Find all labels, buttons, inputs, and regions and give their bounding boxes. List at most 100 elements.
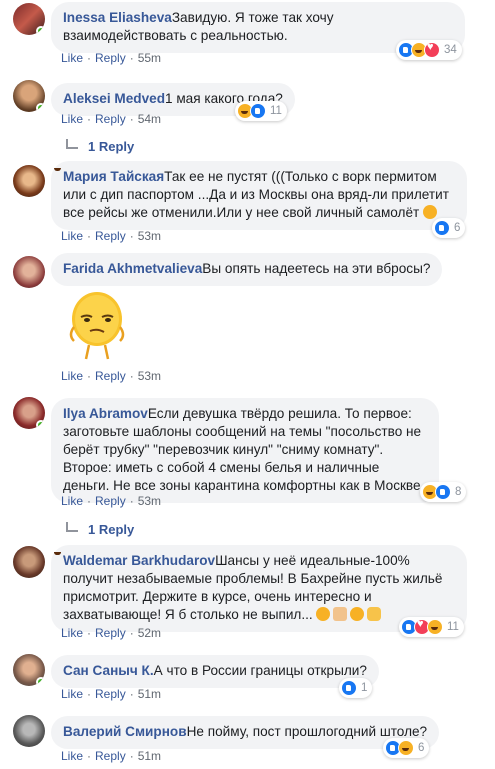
comment-bubble: Валерий СмирновНе пойму, пост прошлогодн… bbox=[51, 716, 440, 749]
reaction-count: 1 bbox=[361, 682, 368, 694]
comment-time[interactable]: 51m bbox=[138, 687, 161, 701]
heart-eyes-emoji-icon bbox=[315, 607, 330, 621]
comment-text: Не пойму, пост прошлогодний штоле? bbox=[186, 724, 428, 739]
avatar[interactable] bbox=[13, 3, 45, 35]
view-replies-link[interactable]: 1 Reply bbox=[66, 521, 134, 537]
comment-actions: Like · Reply · 52m bbox=[61, 626, 161, 640]
like-link[interactable]: Like bbox=[61, 494, 83, 508]
like-icon bbox=[435, 484, 451, 500]
reply-arrow-icon bbox=[66, 521, 78, 532]
comment-bubble: Мария ТайскаяТак ее не пустят (((Только … bbox=[51, 161, 467, 230]
comment-author[interactable]: Мария Тайская bbox=[63, 169, 164, 184]
online-indicator bbox=[36, 420, 45, 429]
reply-arrow-icon bbox=[66, 138, 78, 149]
comment-time[interactable]: 55m bbox=[138, 51, 161, 65]
comment-author[interactable]: Ilya Abramov bbox=[63, 406, 148, 421]
avatar[interactable] bbox=[13, 654, 45, 686]
separator: · bbox=[87, 626, 92, 640]
view-replies-link[interactable]: 1 Reply bbox=[66, 138, 134, 154]
online-indicator bbox=[36, 677, 45, 686]
comment-author[interactable]: Farida Akhmetvalieva bbox=[63, 261, 202, 276]
like-link[interactable]: Like bbox=[61, 749, 83, 763]
laughing-emoji-icon bbox=[423, 205, 438, 219]
ok-hand-emoji-icon bbox=[366, 607, 381, 621]
reaction-count: 6 bbox=[454, 222, 461, 234]
replies-count-label[interactable]: 1 Reply bbox=[88, 522, 134, 537]
avatar[interactable] bbox=[13, 80, 45, 112]
reactions-summary[interactable]: 1 bbox=[339, 678, 373, 698]
separator: · bbox=[129, 749, 134, 763]
reply-link[interactable]: Reply bbox=[95, 626, 126, 640]
reactions-summary[interactable]: 6 bbox=[432, 218, 466, 238]
reaction-count: 11 bbox=[270, 105, 282, 117]
separator: · bbox=[87, 749, 92, 763]
comment-author[interactable]: Inessa Eliasheva bbox=[63, 10, 172, 25]
comment-text: А что в России границы открыли? bbox=[153, 663, 367, 678]
comment-author[interactable]: Валерий Смирнов bbox=[63, 724, 187, 739]
comment-actions: Like · Reply · 53m bbox=[61, 494, 161, 508]
separator: · bbox=[87, 687, 92, 701]
comment-bubble: Ilya AbramovЕсли девушка твёрдо решила. … bbox=[51, 398, 439, 503]
comment-bubble: Farida AkhmetvalievaВы опять надеетесь н… bbox=[51, 253, 443, 286]
reactions-summary[interactable]: 11 bbox=[235, 101, 287, 121]
comment-time[interactable]: 52m bbox=[138, 626, 161, 640]
separator: · bbox=[87, 229, 92, 243]
comment-time[interactable]: 51m bbox=[138, 749, 161, 763]
comment-time[interactable]: 53m bbox=[138, 494, 161, 508]
comment-actions: Like · Reply · 51m bbox=[61, 749, 161, 763]
grinning-emoji-icon bbox=[349, 607, 364, 621]
comment-time[interactable]: 54m bbox=[138, 112, 161, 126]
like-link[interactable]: Like bbox=[61, 687, 83, 701]
separator: · bbox=[87, 494, 92, 508]
comment-actions: Like · Reply · 51m bbox=[61, 687, 161, 701]
separator: · bbox=[129, 626, 134, 640]
separator: · bbox=[87, 369, 92, 383]
comment-time[interactable]: 53m bbox=[138, 369, 161, 383]
reactions-summary[interactable]: 8 bbox=[420, 482, 467, 502]
reply-link[interactable]: Reply bbox=[95, 687, 126, 701]
avatar[interactable] bbox=[13, 397, 45, 429]
reply-link[interactable]: Reply bbox=[95, 494, 126, 508]
reaction-count: 34 bbox=[444, 44, 457, 56]
reply-link[interactable]: Reply bbox=[95, 229, 126, 243]
comment-actions: Like · Reply · 53m bbox=[61, 369, 161, 383]
avatar[interactable] bbox=[13, 256, 45, 288]
online-indicator bbox=[36, 26, 45, 35]
like-icon bbox=[250, 103, 266, 119]
like-link[interactable]: Like bbox=[61, 229, 83, 243]
like-icon bbox=[341, 680, 357, 696]
comment-actions: Like · Reply · 53m bbox=[61, 229, 161, 243]
comment-bubble: Сан Саныч К.А что в России границы откры… bbox=[51, 655, 379, 688]
avatar[interactable] bbox=[13, 546, 45, 578]
comment-author[interactable]: Waldemar Barkhudarov bbox=[63, 553, 215, 568]
love-icon bbox=[424, 41, 440, 58]
replies-count-label[interactable]: 1 Reply bbox=[88, 139, 134, 154]
reaction-count: 8 bbox=[455, 486, 462, 498]
comment-time[interactable]: 53m bbox=[138, 229, 161, 243]
reactions-summary[interactable]: 11 bbox=[399, 617, 464, 637]
comment-author[interactable]: Aleksei Medved bbox=[63, 91, 165, 106]
like-link[interactable]: Like bbox=[61, 112, 83, 126]
reaction-count: 6 bbox=[418, 742, 425, 754]
like-link[interactable]: Like bbox=[61, 626, 83, 640]
reactions-summary[interactable]: 34 bbox=[396, 40, 462, 60]
comment-author[interactable]: Сан Саныч К. bbox=[63, 663, 154, 678]
avatar[interactable] bbox=[13, 715, 45, 747]
comment-text: Вы опять надеетесь на эти вбросы? bbox=[202, 261, 431, 276]
avatar[interactable] bbox=[13, 165, 45, 197]
separator: · bbox=[129, 687, 134, 701]
like-link[interactable]: Like bbox=[61, 369, 83, 383]
meh-emoji-sticker[interactable] bbox=[62, 289, 132, 365]
online-indicator bbox=[36, 103, 45, 112]
reply-link[interactable]: Reply bbox=[95, 749, 126, 763]
comment-actions: Like · Reply · 54m bbox=[61, 112, 161, 126]
reply-link[interactable]: Reply bbox=[95, 112, 126, 126]
reply-link[interactable]: Reply bbox=[95, 369, 126, 383]
haha-icon bbox=[398, 740, 414, 756]
haha-icon bbox=[427, 619, 443, 635]
comment-actions: Like · Reply · 55m bbox=[61, 51, 161, 65]
reactions-summary[interactable]: 6 bbox=[383, 738, 430, 758]
separator: · bbox=[87, 112, 92, 126]
like-link[interactable]: Like bbox=[61, 51, 83, 65]
reply-link[interactable]: Reply bbox=[95, 51, 126, 65]
